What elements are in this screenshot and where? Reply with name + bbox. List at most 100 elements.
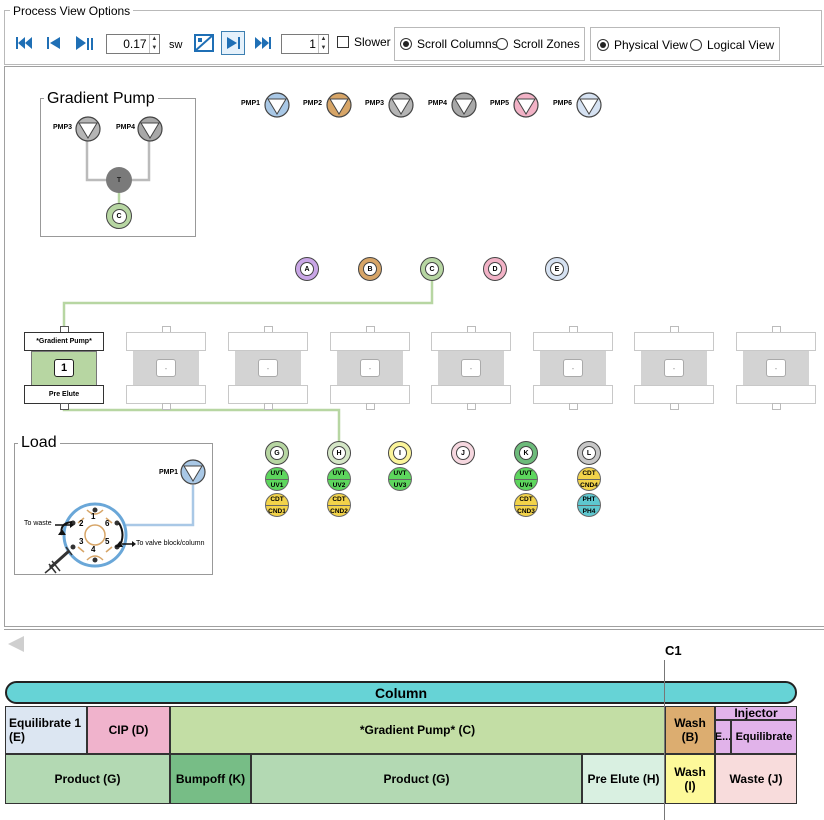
- empty-column-number: -: [461, 359, 481, 377]
- sensor-uv4[interactable]: UVT UV4: [514, 467, 538, 491]
- sensor-type-label: UVT: [328, 468, 350, 480]
- empty-column-bottom: [126, 385, 206, 404]
- pump-label-3: PMP3: [365, 100, 385, 107]
- empty-column-8[interactable]: -: [736, 326, 816, 410]
- empty-column-top: [533, 332, 613, 351]
- outlet-i[interactable]: I: [388, 441, 412, 465]
- empty-column-bottom: [634, 385, 714, 404]
- outlet-j[interactable]: J: [451, 441, 475, 465]
- inlet-b[interactable]: B: [358, 257, 382, 281]
- empty-column-top: [634, 332, 714, 351]
- empty-column-3[interactable]: -: [228, 326, 308, 410]
- tee-junction[interactable]: T: [106, 167, 132, 193]
- block-waste[interactable]: Waste (J): [715, 754, 797, 804]
- outlet-g[interactable]: G: [265, 441, 289, 465]
- scroll-left-arrow[interactable]: [6, 634, 26, 654]
- pump-2-icon[interactable]: [325, 91, 353, 119]
- column-1-bottom-label: Pre Elute: [24, 385, 104, 404]
- sensor-cnd1[interactable]: CDT CND1: [265, 493, 289, 517]
- pump-6-icon[interactable]: [575, 91, 603, 119]
- empty-column-number: -: [258, 359, 278, 377]
- block-injector-e[interactable]: E...: [715, 720, 731, 754]
- empty-column-bottom-cap: [366, 403, 375, 410]
- valve-port-2: 2: [79, 519, 84, 528]
- pump-4-icon[interactable]: [450, 91, 478, 119]
- empty-column-bottom: [736, 385, 816, 404]
- outlet-h[interactable]: H: [327, 441, 351, 465]
- sensor-ph4[interactable]: PHT PH4: [577, 493, 601, 517]
- outlet-g-label: G: [270, 446, 284, 460]
- pump-1-icon[interactable]: [263, 91, 291, 119]
- outlet-k[interactable]: K: [514, 441, 538, 465]
- block-injector-equilibrate[interactable]: Equilibrate: [731, 720, 797, 754]
- block-pre-elute[interactable]: Pre Elute (H): [582, 754, 665, 804]
- inlet-b-label: B: [363, 262, 377, 276]
- block-product-g-2[interactable]: Product (G): [251, 754, 582, 804]
- empty-column-number: -: [664, 359, 684, 377]
- sensor-cnd3[interactable]: CDT CND3: [514, 493, 538, 517]
- inlet-a[interactable]: A: [295, 257, 319, 281]
- inlet-c-label: C: [425, 262, 439, 276]
- load-to-valve-label: To valve block/column: [136, 540, 205, 547]
- load-to-waste-label: To waste: [24, 520, 52, 527]
- empty-column-top: [736, 332, 816, 351]
- empty-column-top: [228, 332, 308, 351]
- empty-column-bottom: [431, 385, 511, 404]
- sensor-uv1[interactable]: UVT UV1: [265, 467, 289, 491]
- empty-column-top: [431, 332, 511, 351]
- block-bumpoff[interactable]: Bumpoff (K): [170, 754, 251, 804]
- sensor-type-label: CDT: [266, 494, 288, 506]
- pump-3-icon[interactable]: [387, 91, 415, 119]
- block-wash-i[interactable]: Wash (I): [665, 754, 715, 804]
- timeline-marker-label: C1: [665, 643, 682, 658]
- pump-label-2: PMP2: [303, 100, 323, 107]
- inlet-d[interactable]: D: [483, 257, 507, 281]
- outlet-l-label: L: [582, 446, 596, 460]
- empty-column-2[interactable]: -: [126, 326, 206, 410]
- sensor-uv3[interactable]: UVT UV3: [388, 467, 412, 491]
- sensor-type-label: UVT: [515, 468, 537, 480]
- gradient-outlet-c[interactable]: C: [106, 203, 132, 229]
- inlet-a-label: A: [300, 262, 314, 276]
- gradient-pump-b-label: PMP4: [116, 124, 136, 131]
- inlet-e[interactable]: E: [545, 257, 569, 281]
- block-wash-b[interactable]: Wash (B): [665, 706, 715, 754]
- sensor-cnd4[interactable]: CDT CND4: [577, 467, 601, 491]
- timeline-marker-line: [664, 660, 665, 820]
- empty-column-7[interactable]: -: [634, 326, 714, 410]
- empty-column-bottom-cap: [162, 403, 171, 410]
- empty-column-4[interactable]: -: [330, 326, 410, 410]
- block-product-g-1[interactable]: Product (G): [5, 754, 170, 804]
- column-1[interactable]: *Gradient Pump* 1 Pre Elute: [24, 326, 104, 410]
- gradient-outlet-c-label: C: [111, 208, 127, 224]
- column-1-top-label: *Gradient Pump*: [24, 332, 104, 351]
- sensor-type-label: PHT: [578, 494, 600, 506]
- pump-label-1: PMP1: [241, 100, 261, 107]
- sensor-uv2[interactable]: UVT UV2: [327, 467, 351, 491]
- empty-column-number: -: [766, 359, 786, 377]
- pump-label-4: PMP4: [428, 100, 448, 107]
- sensor-type-label: UVT: [389, 468, 411, 480]
- block-equilibrate-1[interactable]: Equilibrate 1 (E): [5, 706, 87, 754]
- block-cip[interactable]: CIP (D): [87, 706, 170, 754]
- inlet-c[interactable]: C: [420, 257, 444, 281]
- empty-column-bottom: [228, 385, 308, 404]
- empty-column-5[interactable]: -: [431, 326, 511, 410]
- outlet-l[interactable]: L: [577, 441, 601, 465]
- block-gradient-pump[interactable]: *Gradient Pump* (C): [170, 706, 665, 754]
- column-bar[interactable]: Column: [5, 681, 797, 704]
- empty-column-number: -: [360, 359, 380, 377]
- inlet-e-label: E: [550, 262, 564, 276]
- empty-column-6[interactable]: -: [533, 326, 613, 410]
- column-1-bottom-cap: [60, 403, 69, 410]
- empty-column-bottom: [533, 385, 613, 404]
- tee-label: T: [116, 176, 122, 184]
- empty-column-number: -: [563, 359, 583, 377]
- injection-valve-diagram: [44, 485, 195, 574]
- empty-column-number: -: [156, 359, 176, 377]
- empty-column-top: [330, 332, 410, 351]
- outlet-h-label: H: [332, 446, 346, 460]
- sensor-cnd2[interactable]: CDT CND2: [327, 493, 351, 517]
- pump-5-icon[interactable]: [512, 91, 540, 119]
- block-injector[interactable]: Injector: [715, 706, 797, 720]
